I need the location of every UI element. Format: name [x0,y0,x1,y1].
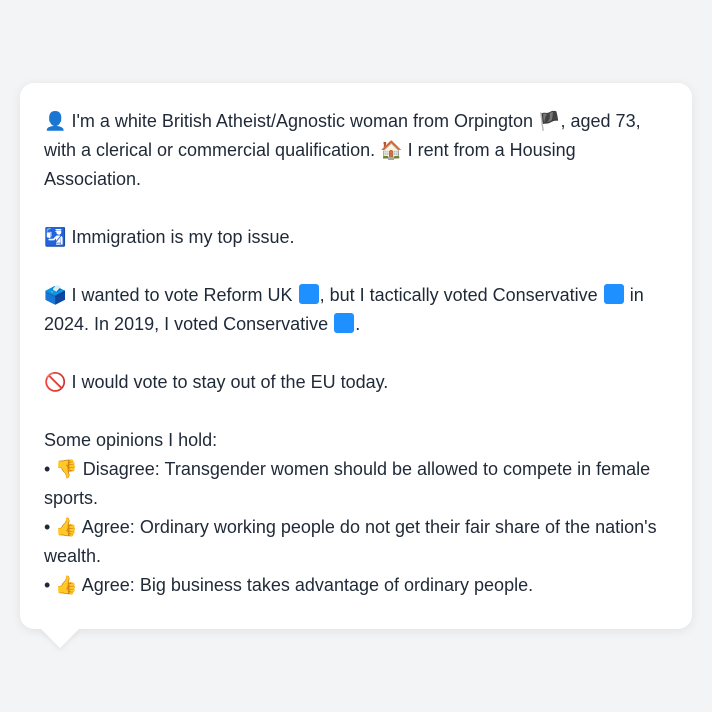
bullet: • [44,517,51,537]
passport-control-icon: 🛂 [44,227,67,248]
england-flag-icon: 🏴 [538,111,561,132]
ballot-box-icon: 🗳️ [44,285,67,306]
bullet: • [44,459,51,479]
house-icon: 🏠 [380,140,403,161]
opinion-stance: Agree: [81,575,135,595]
vote-text-conservative: , but I tactically voted Conservative [319,285,598,305]
prohibited-icon: 🚫 [44,372,67,393]
thumbs-up-icon: 👍 [55,575,78,596]
thumbs-up-icon: 👍 [55,517,78,538]
opinion-text: Big business takes advantage of ordinary… [139,575,534,595]
opinion-stance: Agree: [81,517,135,537]
voting-history: 🗳️ I wanted to vote Reform UK , but I ta… [44,281,668,339]
top-issue-text: Immigration is my top issue. [71,227,295,247]
persona-message-bubble: 👤 I'm a white British Atheist/Agnostic w… [20,83,692,629]
persona-intro: 👤 I'm a white British Atheist/Agnostic w… [44,107,668,194]
reform-party-color-icon [298,284,319,304]
opinion-text: Ordinary working people do not get their… [44,517,657,566]
opinions-heading: Some opinions I hold: [44,430,218,450]
opinion-item: • 👍 Agree: Big business takes advantage … [44,571,668,600]
conservative-party-color-icon [603,284,624,304]
opinion-item: • 👍 Agree: Ordinary working people do no… [44,513,668,571]
bullet: • [44,575,51,595]
person-icon: 👤 [44,111,67,132]
thumbs-down-icon: 👎 [55,459,78,480]
bubble-tail [40,628,80,648]
intro-text: I'm a white British Atheist/Agnostic wom… [71,111,534,131]
opinion-stance: Disagree: [82,459,160,479]
top-issue: 🛂 Immigration is my top issue. [44,223,668,252]
eu-stance-text: I would vote to stay out of the EU today… [71,372,389,392]
opinion-item: • 👎 Disagree: Transgender women should b… [44,455,668,513]
vote-text-reform: I wanted to vote Reform UK [71,285,293,305]
eu-stance: 🚫 I would vote to stay out of the EU tod… [44,368,668,397]
conservative-party-color-icon [334,313,355,333]
vote-text-end: . [355,314,361,334]
